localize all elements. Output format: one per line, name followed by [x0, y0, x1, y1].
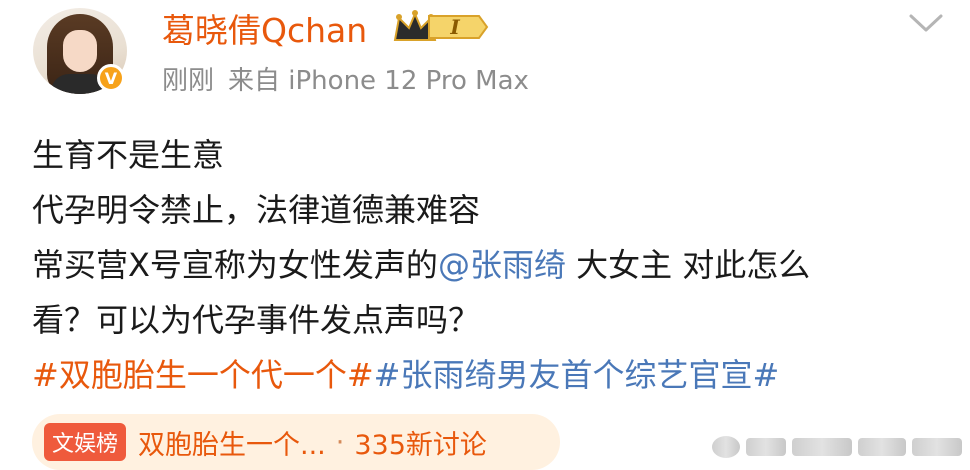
watermark-blur: [858, 438, 906, 456]
content-line: 代孕明令禁止，法律道德兼难容: [32, 191, 481, 229]
content-text: 常买营X号宣称为女性发声的: [32, 246, 438, 284]
mention-link[interactable]: @张雨绮: [438, 246, 566, 284]
vip-level-label: I: [449, 15, 460, 39]
hashtag-link[interactable]: #双胞胎生一个代一个#: [32, 356, 374, 394]
crown-vip-badge-icon[interactable]: I: [393, 10, 489, 44]
topic-separator: ·: [335, 426, 345, 458]
topic-bar[interactable]: 文娱榜 双胞胎生一个... · 335新讨论: [32, 414, 560, 470]
chevron-down-icon[interactable]: [908, 12, 944, 34]
topic-title: 双胞胎生一个...: [138, 429, 326, 461]
blurred-watermark: [712, 432, 962, 462]
watermark-blur: [792, 438, 852, 456]
topic-rank-tag: 文娱榜: [44, 423, 127, 461]
topic-discussion-count: 335新讨论: [354, 429, 487, 461]
watermark-logo: [712, 436, 740, 458]
watermark-blur: [912, 438, 962, 456]
author-name[interactable]: 葛晓倩Qchan: [162, 4, 367, 52]
post-content: 生育不是生意 代孕明令禁止，法律道德兼难容 常买营X号宣称为女性发声的@张雨绮 …: [32, 128, 952, 403]
post-meta: 刚刚 来自 iPhone 12 Pro Max: [162, 60, 529, 97]
post-source: 来自 iPhone 12 Pro Max: [228, 66, 529, 96]
watermark-blur: [746, 438, 786, 456]
content-line: 常买营X号宣称为女性发声的@张雨绮 大女主 对此怎么: [32, 238, 952, 293]
content-line: 看？可以为代孕事件发点声吗？: [32, 301, 481, 339]
verified-badge-icon: V: [97, 64, 125, 92]
hashtag-link[interactable]: #张雨绮男友首个综艺官宣#: [374, 356, 780, 394]
post-time: 刚刚: [162, 66, 215, 96]
content-line: 生育不是生意: [32, 136, 225, 174]
avatar-face: [63, 30, 97, 72]
hashtag-line: #双胞胎生一个代一个##张雨绮男友首个综艺官宣#: [32, 348, 952, 403]
content-text: 大女主 对此怎么: [565, 246, 811, 284]
